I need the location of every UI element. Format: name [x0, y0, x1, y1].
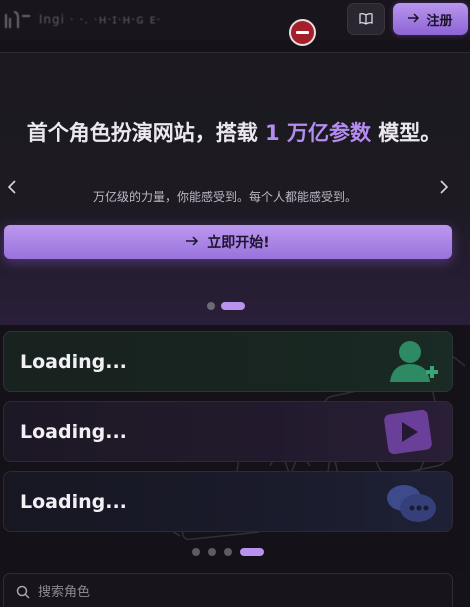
card-label: Loading... — [20, 420, 127, 443]
top-bar: Ingi · ·. ·ʜ·ɪ·ʜ·ɢ ᴇ· 注册 — [0, 0, 470, 40]
get-started-button[interactable]: 立即开始! — [4, 225, 452, 259]
hero-dot-active[interactable] — [221, 302, 245, 310]
chevron-right-icon[interactable] — [436, 177, 452, 197]
hero-title: 首个角色扮演网站，搭载 1 万亿参数 模型。 — [26, 121, 442, 145]
signup-label: 注册 — [426, 13, 453, 29]
book-button[interactable] — [347, 3, 385, 35]
feature-dot[interactable] — [192, 548, 200, 556]
feature-dot[interactable] — [224, 548, 232, 556]
feature-card[interactable]: Loading... — [3, 401, 453, 462]
hero-banner: 首个角色扮演网站，搭载 1 万亿参数 模型。 万亿级的力量，你能感受到。每个人都… — [0, 52, 470, 325]
user-add-icon — [382, 336, 442, 386]
search-bar — [3, 573, 453, 607]
arrow-right-icon — [186, 234, 199, 250]
arrow-right-icon — [408, 12, 420, 27]
search-input[interactable] — [38, 582, 418, 602]
hero-pagination — [207, 302, 245, 310]
feature-pagination — [192, 548, 264, 556]
book-open-icon — [359, 10, 373, 29]
site-logo[interactable]: Ingi · ·. ·ʜ·ɪ·ʜ·ɢ ᴇ· — [4, 10, 184, 32]
card-label: Loading... — [20, 490, 127, 513]
logo-text: Ingi · ·. ·ʜ·ɪ·ʜ·ɢ ᴇ· — [38, 12, 162, 27]
card-label: Loading... — [20, 350, 127, 373]
minus-circle-icon[interactable] — [289, 19, 316, 46]
chat-bubbles-icon — [382, 478, 442, 528]
search-icon — [16, 584, 30, 603]
hero-dot[interactable] — [207, 302, 215, 310]
feature-dot-active[interactable] — [240, 548, 264, 556]
logo-mark-icon — [4, 10, 34, 30]
feature-dot[interactable] — [208, 548, 216, 556]
feature-card[interactable]: Loading... — [3, 471, 453, 532]
hero-subtitle: 万亿级的力量，你能感受到。每个人都能感受到。 — [92, 190, 357, 204]
get-started-label: 立即开始! — [207, 235, 270, 251]
feature-card[interactable]: Loading... — [3, 331, 453, 392]
signup-button[interactable]: 注册 — [393, 3, 468, 35]
play-video-icon — [380, 408, 440, 458]
